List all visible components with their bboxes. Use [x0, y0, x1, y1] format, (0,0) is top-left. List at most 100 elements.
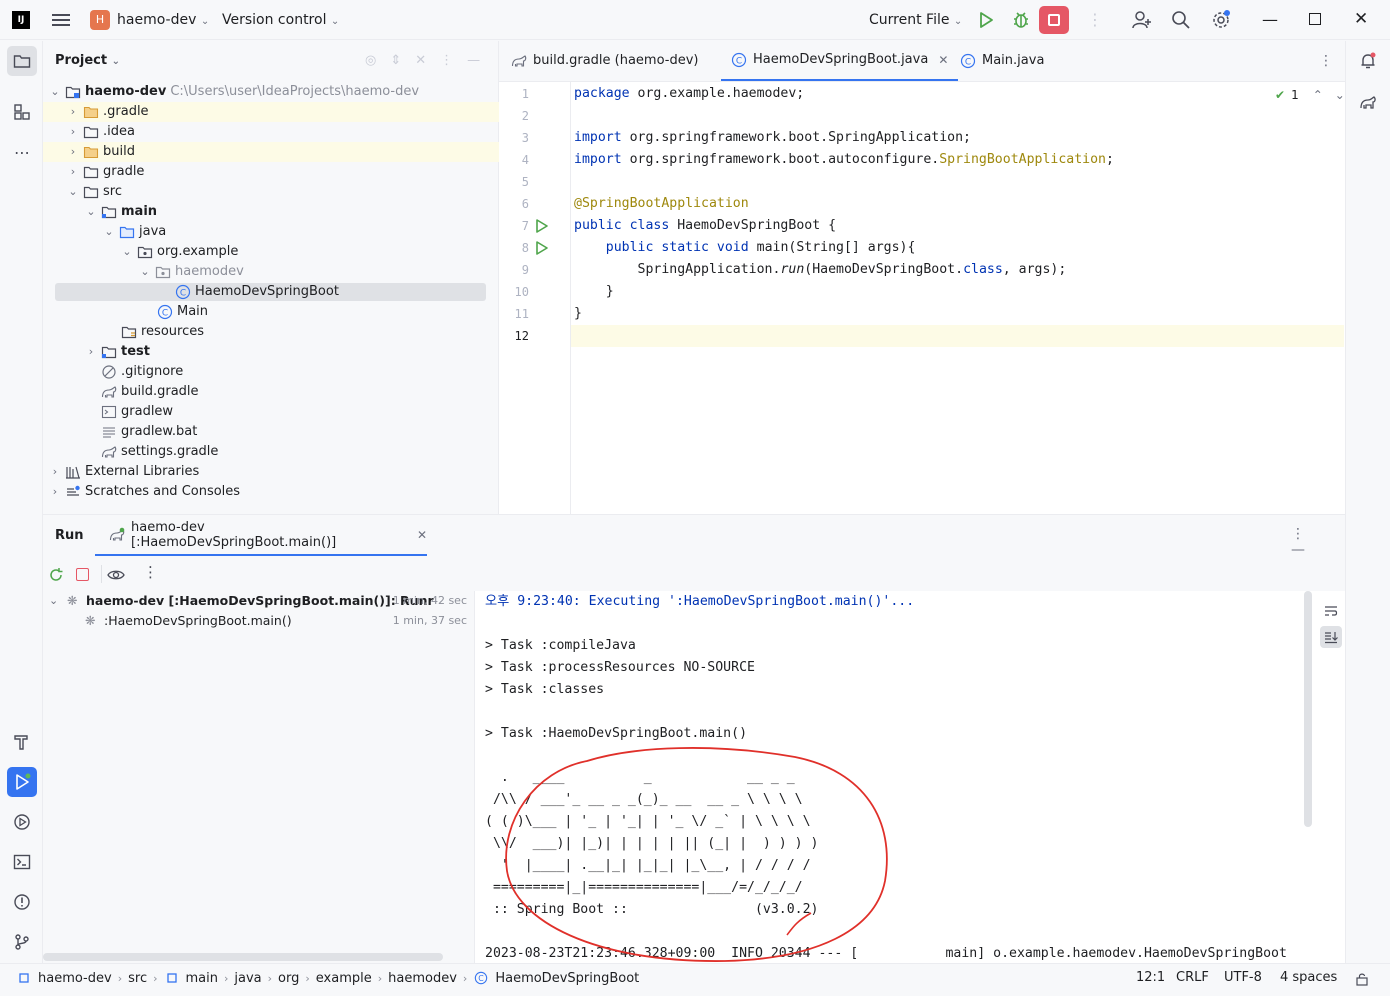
breadcrumb-item[interactable]: haemo-dev	[38, 971, 112, 986]
tree-item-build-gradle[interactable]: build.gradle	[43, 382, 499, 402]
run-config-selector[interactable]: Current File ⌄	[869, 12, 962, 28]
close-tab-icon[interactable]: ✕	[417, 528, 427, 542]
tree-item-haemodev[interactable]: ⌄ haemodev	[43, 262, 499, 282]
tree-item-gradle-cache[interactable]: › .gradle	[43, 102, 499, 122]
notifications-button[interactable]	[1353, 46, 1383, 76]
breadcrumb-item[interactable]: java	[234, 971, 261, 986]
tab-haemodevspringboot[interactable]: C HaemoDevSpringBoot.java ✕	[721, 40, 959, 81]
console-output[interactable]: 오후 9:23:40: Executing ':HaemoDevSpringBo…	[474, 591, 1345, 964]
maximize-button[interactable]	[1309, 13, 1321, 25]
tree-item-org-example[interactable]: ⌄ org.example	[43, 242, 499, 262]
tree-item-external-libraries[interactable]: › External Libraries	[43, 462, 499, 482]
line-separator[interactable]: CRLF	[1176, 970, 1209, 985]
chevron-up-icon[interactable]: ⌃	[1313, 88, 1323, 102]
caret-position[interactable]: 12:1	[1136, 970, 1165, 985]
more-icon[interactable]: ⋮	[143, 563, 158, 581]
tree-item-java[interactable]: ⌄ java	[43, 222, 499, 242]
minimize-button[interactable]: —	[1262, 10, 1278, 29]
horizontal-scrollbar[interactable]	[43, 953, 443, 961]
breadcrumb-item[interactable]: src	[128, 971, 147, 986]
tree-item-main[interactable]: ⌄ main	[43, 202, 499, 222]
chevron-right-icon: ›	[52, 485, 58, 498]
run-tab[interactable]: haemo-dev [:HaemoDevSpringBoot.main()] ✕	[95, 515, 427, 556]
file-encoding[interactable]: UTF-8	[1224, 970, 1262, 985]
tree-item-gradlew-bat[interactable]: gradlew.bat	[43, 422, 499, 442]
breadcrumb-item[interactable]: org	[278, 971, 299, 986]
run-panel-actions[interactable]: ⋮—	[1291, 526, 1345, 558]
project-selector[interactable]: haemo-dev ⌄	[117, 12, 209, 28]
more-icon[interactable]: ⋮	[1087, 10, 1103, 29]
eye-icon[interactable]	[107, 567, 125, 583]
more-tools-icon[interactable]: ⋯	[7, 137, 37, 167]
tree-item-build[interactable]: › build	[43, 142, 499, 162]
debug-icon[interactable]	[1011, 10, 1031, 30]
soft-wrap-button[interactable]	[1320, 600, 1342, 622]
code-line: @SpringBootApplication	[574, 193, 1344, 215]
run-gutter-icon[interactable]	[535, 241, 549, 255]
problems-tool-button[interactable]	[7, 887, 37, 917]
tree-label: .gitignore	[121, 364, 184, 379]
java-class-icon: C	[960, 53, 976, 69]
structure-tool-button[interactable]	[7, 97, 37, 127]
git-tool-button[interactable]	[7, 927, 37, 957]
code-annotation: @SpringBootApplication	[574, 196, 749, 211]
tabs-more-icon[interactable]: ⋮	[1319, 53, 1333, 69]
build-tool-button[interactable]	[7, 727, 37, 757]
breadcrumb-item[interactable]: haemodev	[388, 971, 457, 986]
add-user-icon[interactable]	[1132, 10, 1152, 30]
java-class-icon: C	[473, 970, 489, 986]
vertical-scrollbar[interactable]	[1304, 591, 1312, 827]
tree-item-idea[interactable]: › .idea	[43, 122, 499, 142]
chevron-right-icon: ›	[267, 971, 273, 985]
run-tree-item[interactable]: ⌄ ❋ haemo-dev [:HaemoDevSpringBoot.main(…	[43, 591, 473, 611]
tab-main-java[interactable]: C Main.java	[960, 41, 1044, 81]
unlock-icon[interactable]	[1355, 972, 1369, 986]
scroll-to-end-button[interactable]	[1320, 626, 1342, 648]
breadcrumb-item[interactable]: example	[316, 971, 372, 986]
vcs-selector[interactable]: Version control ⌄	[222, 12, 339, 28]
run-icon[interactable]	[977, 11, 995, 29]
services-tool-button[interactable]	[7, 807, 37, 837]
tree-item-test[interactable]: › test	[43, 342, 499, 362]
breadcrumb-item[interactable]: main	[186, 971, 218, 986]
run-tool-button[interactable]	[7, 767, 37, 797]
terminal-tool-button[interactable]	[7, 847, 37, 877]
tree-item-main-class[interactable]: C Main	[43, 302, 499, 322]
gear-icon[interactable]	[1211, 10, 1231, 30]
search-icon[interactable]	[1171, 10, 1191, 30]
tree-item-src[interactable]: ⌄ src	[43, 182, 499, 202]
tree-label: gradlew.bat	[121, 424, 198, 439]
tree-item-resources[interactable]: resources	[43, 322, 499, 342]
editor-gutter: 1 2 3 4 5 6 7 8 9 10 11 12	[499, 82, 571, 514]
tab-build-gradle[interactable]: build.gradle (haemo-dev)	[511, 41, 699, 81]
rerun-icon[interactable]	[48, 567, 64, 583]
close-window-button[interactable]: ✕	[1354, 9, 1368, 29]
indent-setting[interactable]: 4 spaces	[1280, 970, 1337, 985]
tree-item-gradlew[interactable]: gradlew	[43, 402, 499, 422]
close-tab-icon[interactable]: ✕	[938, 40, 948, 80]
tree-item-gitignore[interactable]: .gitignore	[43, 362, 499, 382]
run-tree-item[interactable]: ❋ :HaemoDevSpringBoot.main() 1 min, 37 s…	[43, 611, 473, 631]
module-folder-icon	[65, 84, 81, 100]
chevron-down-icon[interactable]: ⌄	[1335, 88, 1345, 102]
svg-text:C: C	[162, 309, 168, 319]
project-badge[interactable]: H	[90, 10, 110, 30]
tree-item-root[interactable]: ⌄ haemo-dev C:\Users\user\IdeaProjects\h…	[43, 82, 499, 102]
stop-button[interactable]	[1039, 6, 1069, 34]
project-panel-title[interactable]: Project ⌄	[55, 53, 120, 68]
tree-item-scratches[interactable]: › Scratches and Consoles	[43, 482, 499, 502]
breadcrumb-item[interactable]: HaemoDevSpringBoot	[495, 971, 639, 986]
code-editor[interactable]: 1 2 3 4 5 6 7 8 9 10 11 12 package org.e…	[499, 82, 1345, 514]
project-tool-button[interactable]	[7, 46, 37, 76]
package-icon	[137, 244, 153, 260]
main-menu-icon[interactable]	[52, 11, 70, 29]
tree-item-gradle[interactable]: › gradle	[43, 162, 499, 182]
run-gutter-icon[interactable]	[535, 219, 549, 233]
project-panel-actions[interactable]: ◎⇕✕⋮—	[365, 53, 494, 68]
stop-icon[interactable]	[76, 568, 89, 581]
tree-item-settings-gradle[interactable]: settings.gradle	[43, 442, 499, 462]
tree-item-haemodevspringboot[interactable]: C HaemoDevSpringBoot	[43, 282, 499, 302]
gradle-tool-button[interactable]	[1353, 87, 1383, 117]
tree-label: org.example	[157, 244, 239, 259]
inspection-widget[interactable]: ✔ 1 ⌃ ⌄	[1275, 88, 1345, 102]
